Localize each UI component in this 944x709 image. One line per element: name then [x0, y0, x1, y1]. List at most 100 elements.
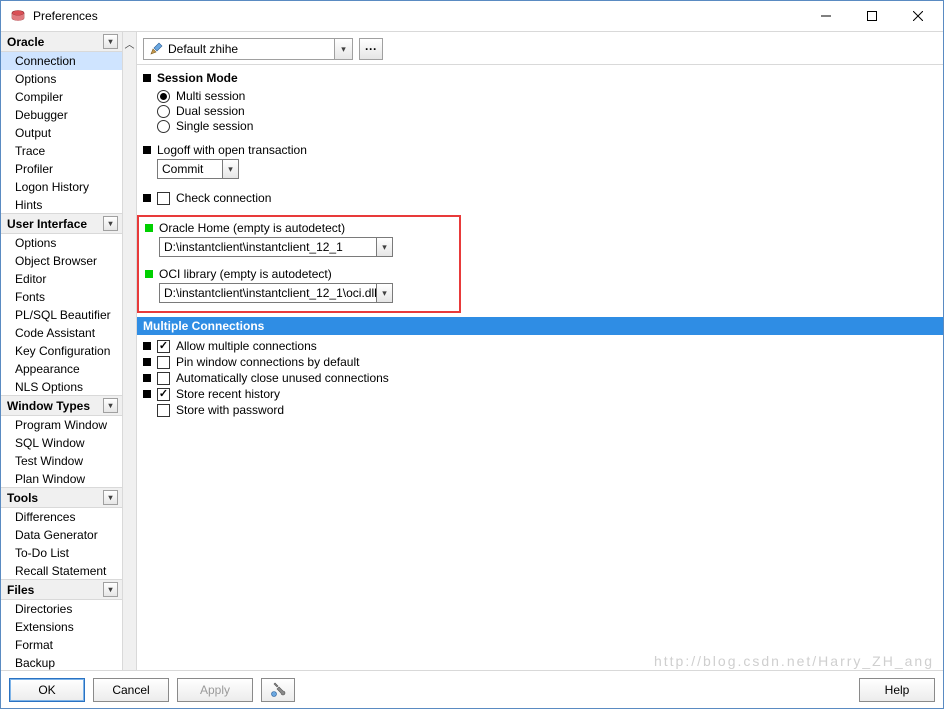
sidebar-item-differences[interactable]: Differences — [1, 508, 122, 526]
category-header-user-interface[interactable]: User Interface ▾ — [1, 213, 122, 234]
sidebar-item-compiler[interactable]: Compiler — [1, 88, 122, 106]
sidebar-item-nls-options[interactable]: NLS Options — [1, 378, 122, 396]
radio-icon — [157, 90, 170, 103]
store-recent-checkbox[interactable]: Store recent history — [157, 387, 939, 401]
radio-single-session[interactable]: Single session — [157, 119, 939, 133]
config-icon-button[interactable] — [261, 678, 295, 702]
sidebar-item-connection[interactable]: Connection — [1, 52, 122, 70]
sidebar-item-output[interactable]: Output — [1, 124, 122, 142]
sidebar-item-appearance[interactable]: Appearance — [1, 360, 122, 378]
sidebar-item-data-generator[interactable]: Data Generator — [1, 526, 122, 544]
app-icon — [9, 7, 27, 25]
sidebar-item-directories[interactable]: Directories — [1, 600, 122, 618]
chevron-down-icon[interactable]: ▾ — [103, 582, 118, 597]
oracle-home-combo[interactable]: D:\instantclient\instantclient_12_1 ▾ — [159, 237, 393, 257]
sidebar-item-plan-window[interactable]: Plan Window — [1, 470, 122, 488]
sidebar-item-extensions[interactable]: Extensions — [1, 618, 122, 636]
check-connection-checkbox[interactable]: Check connection — [157, 191, 939, 205]
sidebar-item-sql-window[interactable]: SQL Window — [1, 434, 122, 452]
chevron-down-icon: ▾ — [334, 39, 352, 59]
oracle-home-label: Oracle Home (empty is autodetect) — [159, 221, 453, 235]
chevron-down-icon[interactable]: ▾ — [103, 34, 118, 49]
radio-icon — [157, 105, 170, 118]
sidebar-item-fonts[interactable]: Fonts — [1, 288, 122, 306]
checkbox-label: Check connection — [176, 191, 271, 205]
sidebar-item-key-configuration[interactable]: Key Configuration — [1, 342, 122, 360]
sidebar-item-pl-sql-beautifier[interactable]: PL/SQL Beautifier — [1, 306, 122, 324]
sidebar-item-editor[interactable]: Editor — [1, 270, 122, 288]
check-connection-group: Check connection — [143, 191, 939, 205]
oci-library-label: OCI library (empty is autodetect) — [159, 267, 453, 281]
settings-panel: Session Mode Multi session Dual session … — [137, 65, 943, 670]
sidebar-item-code-assistant[interactable]: Code Assistant — [1, 324, 122, 342]
oci-library-combo[interactable]: D:\instantclient\instantclient_12_1\oci.… — [159, 283, 393, 303]
help-button[interactable]: Help — [859, 678, 935, 702]
radio-label: Single session — [176, 119, 253, 133]
window-controls — [803, 1, 941, 31]
allow-multiple-checkbox[interactable]: Allow multiple connections — [157, 339, 939, 353]
logoff-group: Logoff with open transaction Commit ▾ — [143, 143, 939, 179]
sidebar-item-object-browser[interactable]: Object Browser — [1, 252, 122, 270]
sidebar-item-logon-history[interactable]: Logon History — [1, 178, 122, 196]
sidebar-collapse-icon[interactable]: ︿ — [122, 32, 136, 670]
apply-button[interactable]: Apply — [177, 678, 253, 702]
store-password-checkbox[interactable]: Store with password — [157, 403, 939, 417]
minimize-button[interactable] — [803, 1, 849, 31]
allow-multiple-group: Allow multiple connections — [143, 339, 939, 353]
chevron-down-icon: ▾ — [376, 284, 392, 302]
checkbox-icon — [157, 340, 170, 353]
category-label: User Interface — [7, 217, 87, 231]
ok-button[interactable]: OK — [9, 678, 85, 702]
preferences-window: Preferences Oracle▾ConnectionOptionsComp… — [0, 0, 944, 709]
sidebar-item-test-window[interactable]: Test Window — [1, 452, 122, 470]
titlebar: Preferences — [1, 1, 943, 31]
radio-multi-session[interactable]: Multi session — [157, 89, 939, 103]
logoff-combo[interactable]: Commit ▾ — [157, 159, 239, 179]
pin-window-checkbox[interactable]: Pin window connections by default — [157, 355, 939, 369]
sidebar-item-program-window[interactable]: Program Window — [1, 416, 122, 434]
chevron-down-icon: ▾ — [222, 160, 238, 178]
store-history-group: Store recent history Store with password — [143, 387, 939, 417]
cancel-button[interactable]: Cancel — [93, 678, 169, 702]
radio-dual-session[interactable]: Dual session — [157, 104, 939, 118]
scope-browse-button[interactable]: ··· — [359, 38, 383, 60]
checkbox-label: Pin window connections by default — [176, 355, 359, 369]
checkbox-icon — [157, 356, 170, 369]
sidebar-item-trace[interactable]: Trace — [1, 142, 122, 160]
brush-icon — [148, 41, 164, 57]
content-area: Oracle▾ConnectionOptionsCompilerDebugger… — [1, 31, 943, 670]
sidebar-item-hints[interactable]: Hints — [1, 196, 122, 214]
sidebar-item-debugger[interactable]: Debugger — [1, 106, 122, 124]
maximize-button[interactable] — [849, 1, 895, 31]
radio-label: Dual session — [176, 104, 245, 118]
sidebar-item-recall-statement[interactable]: Recall Statement — [1, 562, 122, 580]
category-label: Oracle — [7, 35, 44, 49]
sidebar-item-format[interactable]: Format — [1, 636, 122, 654]
sidebar-item-backup[interactable]: Backup — [1, 654, 122, 670]
oci-library-value: D:\instantclient\instantclient_12_1\oci.… — [164, 286, 377, 300]
category-header-files[interactable]: Files▾ — [1, 579, 122, 600]
oracle-home-value: D:\instantclient\instantclient_12_1 — [164, 240, 343, 254]
category-header-window-types[interactable]: Window Types ▾ — [1, 395, 122, 416]
logoff-value: Commit — [162, 162, 203, 176]
checkbox-label: Automatically close unused connections — [176, 371, 389, 385]
scope-select[interactable]: Default zhihe ▾ — [143, 38, 353, 60]
checkbox-icon — [157, 404, 170, 417]
category-label: Window Types — [7, 399, 90, 413]
sidebar-item-to-do-list[interactable]: To-Do List — [1, 544, 122, 562]
chevron-down-icon[interactable]: ▾ — [103, 216, 118, 231]
category-label: Tools — [7, 491, 38, 505]
sidebar-item-options[interactable]: Options — [1, 234, 122, 252]
sidebar-item-options[interactable]: Options — [1, 70, 122, 88]
autoclose-checkbox[interactable]: Automatically close unused connections — [157, 371, 939, 385]
chevron-down-icon[interactable]: ▾ — [103, 398, 118, 413]
checkbox-label: Store with password — [176, 403, 284, 417]
logoff-label: Logoff with open transaction — [157, 143, 939, 157]
close-button[interactable] — [895, 1, 941, 31]
chevron-down-icon: ▾ — [376, 238, 392, 256]
main-panel: Default zhihe ▾ ··· Session Mode Multi s… — [137, 32, 943, 670]
category-header-tools[interactable]: Tools ▾ — [1, 487, 122, 508]
category-header-oracle[interactable]: Oracle ▾ — [1, 32, 122, 52]
chevron-down-icon[interactable]: ▾ — [103, 490, 118, 505]
sidebar-item-profiler[interactable]: Profiler — [1, 160, 122, 178]
